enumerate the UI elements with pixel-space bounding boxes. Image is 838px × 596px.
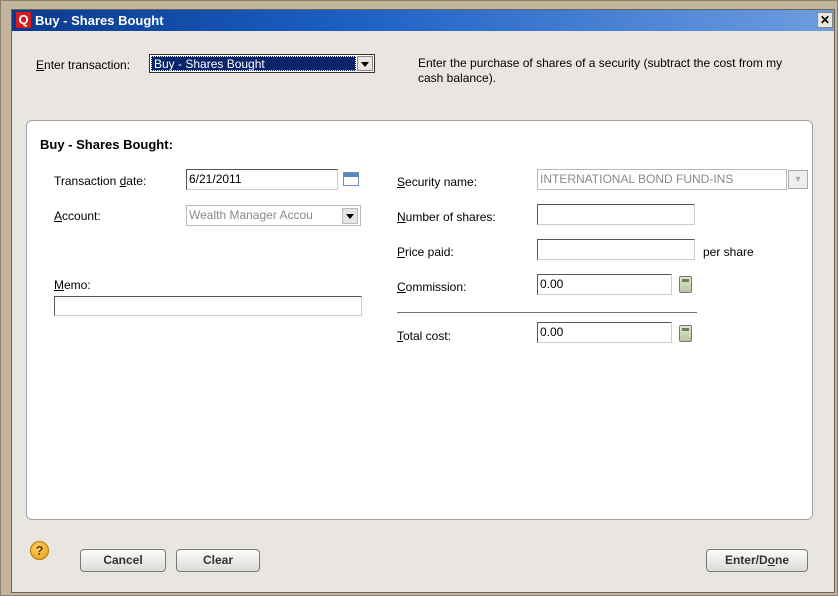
commission-label: Commission: bbox=[397, 280, 467, 294]
calculator-icon[interactable] bbox=[679, 276, 692, 293]
help-icon[interactable]: ? bbox=[30, 541, 49, 560]
calendar-icon[interactable] bbox=[343, 172, 359, 186]
transaction-description: Enter the purchase of shares of a securi… bbox=[418, 56, 783, 85]
account-select[interactable]: Wealth Manager Accou bbox=[186, 205, 361, 226]
memo-label: Memo: bbox=[54, 278, 91, 292]
cancel-button[interactable]: Cancel bbox=[80, 549, 166, 572]
transaction-date-field[interactable]: 6/21/2011 bbox=[186, 169, 338, 190]
price-paid-field[interactable] bbox=[537, 239, 695, 260]
memo-field[interactable] bbox=[54, 296, 362, 316]
panel-title: Buy - Shares Bought: bbox=[40, 137, 173, 152]
window-title: Buy - Shares Bought bbox=[35, 13, 164, 28]
close-icon[interactable]: ✕ bbox=[817, 12, 833, 28]
number-of-shares-label: Number of shares: bbox=[397, 210, 496, 224]
transaction-date-label: Transaction date: bbox=[54, 174, 147, 188]
total-divider bbox=[397, 312, 697, 313]
q-logo-icon: Q bbox=[16, 12, 31, 28]
transaction-type-select[interactable]: Buy - Shares Bought bbox=[149, 54, 375, 73]
security-lookup-icon[interactable]: ▾ bbox=[788, 170, 808, 189]
clear-button[interactable]: Clear bbox=[176, 549, 260, 572]
total-cost-label: Total cost: bbox=[397, 329, 452, 343]
chevron-down-icon[interactable] bbox=[357, 56, 373, 71]
commission-field[interactable]: 0.00 bbox=[537, 274, 672, 295]
number-of-shares-field[interactable] bbox=[537, 204, 695, 225]
enter-done-button[interactable]: Enter/Done bbox=[706, 549, 808, 572]
account-label: Account: bbox=[54, 209, 101, 223]
title-bar[interactable]: Q Buy - Shares Bought ✕ bbox=[12, 10, 834, 31]
price-paid-label: Price paid: bbox=[397, 245, 454, 259]
transaction-type-value: Buy - Shares Bought bbox=[151, 56, 356, 71]
account-chevron-down-icon[interactable] bbox=[342, 208, 358, 224]
total-cost-field[interactable]: 0.00 bbox=[537, 322, 672, 343]
security-name-field[interactable]: INTERNATIONAL BOND FUND-INS bbox=[537, 169, 787, 190]
security-name-label: Security name: bbox=[397, 175, 478, 189]
total-calculator-icon[interactable] bbox=[679, 325, 692, 342]
per-share-label: per share bbox=[703, 245, 754, 259]
enter-transaction-label: Enter transaction: bbox=[36, 58, 131, 72]
